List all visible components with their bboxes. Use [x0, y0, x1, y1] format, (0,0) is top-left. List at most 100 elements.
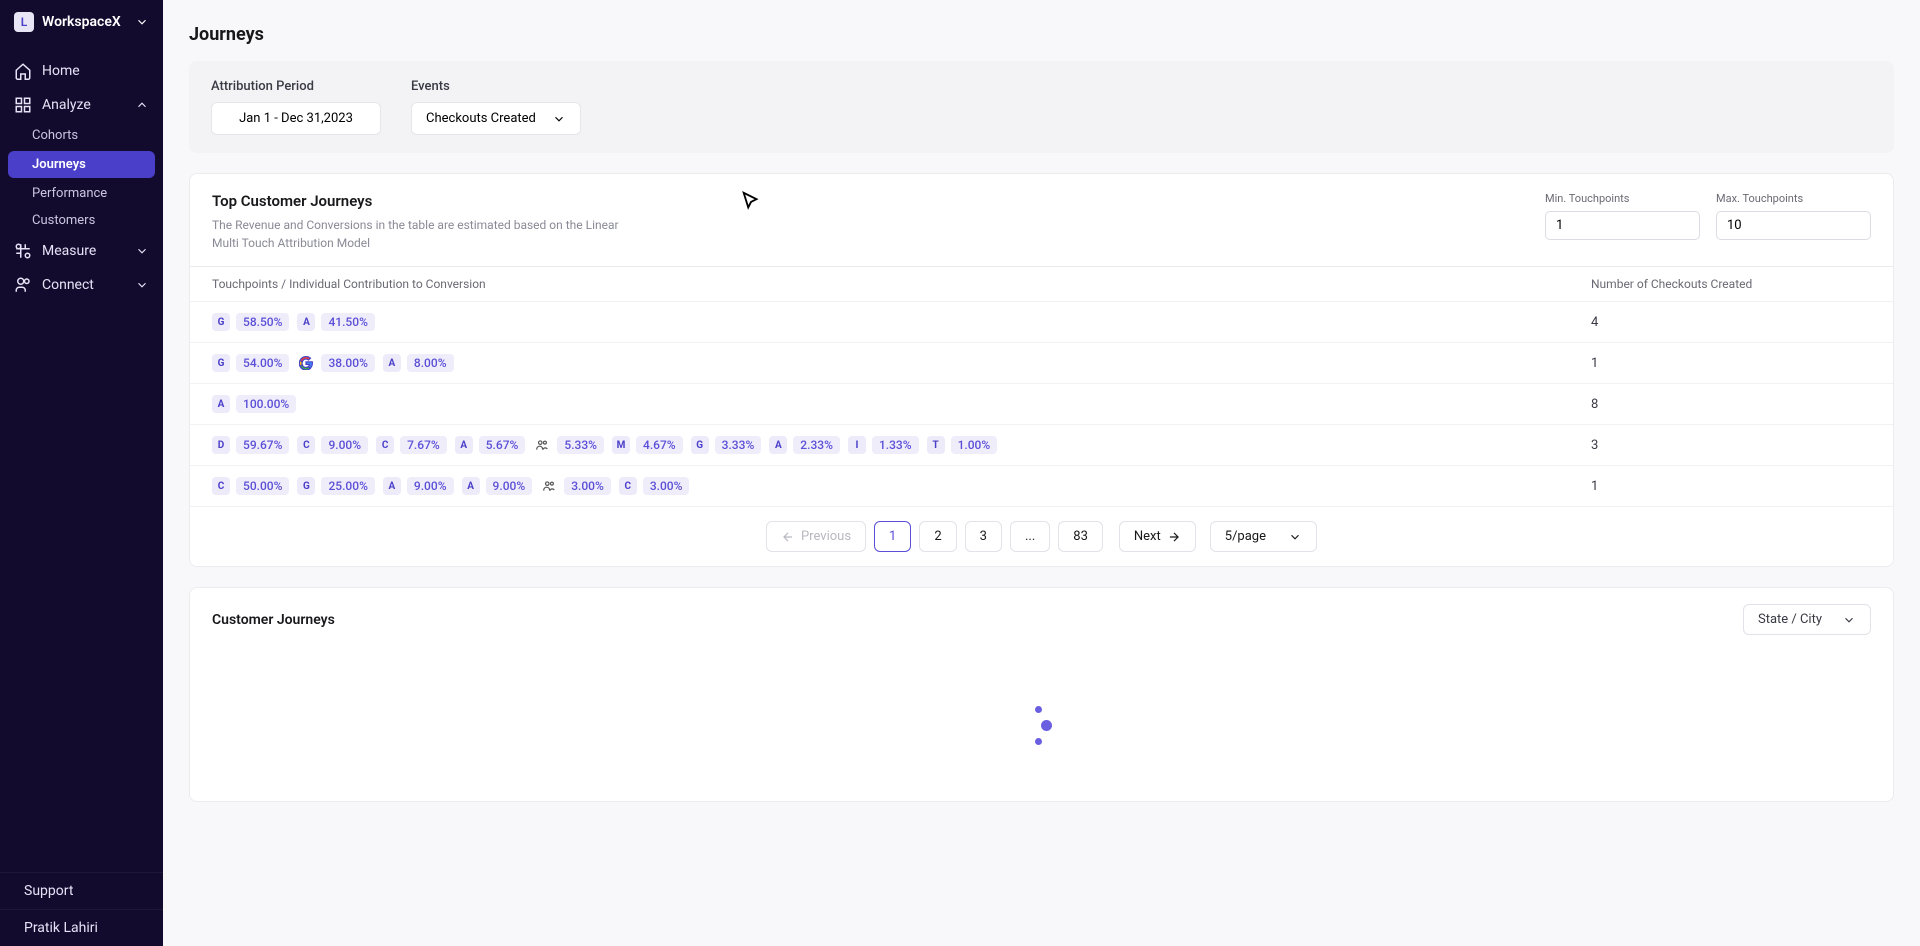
touchpoint-percent: 9.00% — [486, 477, 533, 495]
chevron-down-icon — [552, 112, 566, 126]
chevron-down-icon — [1842, 613, 1856, 627]
nav-measure[interactable]: Measure — [0, 234, 163, 268]
count-cell: 1 — [1591, 356, 1871, 371]
next-button[interactable]: Next — [1119, 521, 1196, 552]
touchpoints-cell: D59.67%C9.00%C7.67%A5.67%5.33%M4.67%G3.3… — [212, 436, 1591, 454]
touchpoint-chip: A100.00% — [212, 395, 296, 413]
support-link[interactable]: Support — [0, 872, 163, 909]
sidebar-footer: Support Pratik Lahiri — [0, 872, 163, 946]
touchpoint-percent: 5.33% — [557, 436, 604, 454]
workspace-name: WorkspaceX — [42, 14, 127, 30]
page-button[interactable]: 83 — [1058, 521, 1103, 552]
touchpoints-cell: A100.00% — [212, 395, 1591, 413]
nav-connect[interactable]: Connect — [0, 268, 163, 302]
touchpoint-percent: 50.00% — [236, 477, 289, 495]
nav-performance[interactable]: Performance — [0, 180, 163, 207]
previous-button[interactable]: Previous — [766, 521, 866, 552]
chevron-up-icon — [135, 98, 149, 112]
touchpoint-chip: T1.00% — [927, 436, 998, 454]
nav-journeys[interactable]: Journeys — [8, 151, 155, 178]
touchpoint-percent: 7.67% — [400, 436, 447, 454]
user-profile[interactable]: Pratik Lahiri — [0, 909, 163, 946]
touchpoint-percent: 9.00% — [321, 436, 368, 454]
nav-home[interactable]: Home — [0, 54, 163, 88]
touchpoint-percent: 3.00% — [564, 477, 611, 495]
page-button[interactable]: 2 — [919, 521, 956, 552]
touchpoint-chip: C3.00% — [619, 477, 690, 495]
min-touchpoints-input[interactable] — [1545, 211, 1700, 240]
source-icon: C — [212, 477, 230, 495]
column-touchpoints: Touchpoints / Individual Contribution to… — [212, 277, 1591, 291]
touchpoint-percent: 25.00% — [321, 477, 374, 495]
nav-customers[interactable]: Customers — [0, 207, 163, 234]
max-touchpoints-group: Max. Touchpoints — [1716, 192, 1871, 240]
touchpoint-chip: I1.33% — [848, 436, 919, 454]
chevron-down-icon — [1288, 530, 1302, 544]
table-body: G58.50%A41.50%4G54.00%38.00%A8.00%1A100.… — [190, 301, 1893, 506]
events-select[interactable]: Checkouts Created — [411, 102, 581, 135]
chevron-down-icon — [135, 244, 149, 258]
touchpoint-chip: A5.67% — [455, 436, 526, 454]
touchpoint-chip: A2.33% — [769, 436, 840, 454]
source-icon: D — [212, 436, 230, 454]
touchpoint-chip: A 9.00% — [462, 477, 533, 495]
touchpoints-cell: C50.00%G25.00%A9.00%A9.00%3.00%C3.00% — [212, 477, 1591, 495]
source-icon: M — [612, 436, 630, 454]
chevron-down-icon — [135, 15, 149, 29]
arrow-right-icon — [1167, 530, 1181, 544]
card-description: The Revenue and Conversions in the table… — [212, 216, 632, 252]
source-icon: C — [619, 477, 637, 495]
table-header: Touchpoints / Individual Contribution to… — [190, 266, 1893, 301]
nav-cohorts[interactable]: Cohorts — [0, 122, 163, 149]
touchpoint-percent: 1.33% — [872, 436, 919, 454]
touchpoint-chip: G54.00% — [212, 354, 289, 372]
table-row[interactable]: C50.00%G25.00%A9.00%A9.00%3.00%C3.00%1 — [190, 465, 1893, 506]
page-button[interactable]: 3 — [965, 521, 1002, 552]
google-icon — [297, 354, 315, 372]
page-button[interactable]: 1 — [874, 521, 911, 552]
touchpoint-chip: M4.67% — [612, 436, 683, 454]
pagination: Previous 123... 83 Next 5/page — [190, 506, 1893, 566]
nav-analyze[interactable]: Analyze — [0, 88, 163, 122]
people-icon — [540, 477, 558, 495]
touchpoint-percent: 54.00% — [236, 354, 289, 372]
max-touchpoints-label: Max. Touchpoints — [1716, 192, 1871, 205]
max-touchpoints-input[interactable] — [1716, 211, 1871, 240]
table-row[interactable]: G58.50%A41.50%4 — [190, 301, 1893, 342]
touchpoint-percent: 59.67% — [236, 436, 289, 454]
table-row[interactable]: G54.00%38.00%A8.00%1 — [190, 342, 1893, 383]
source-icon: G — [691, 436, 709, 454]
source-icon: A — [462, 477, 480, 495]
main-content: Journeys Attribution Period Jan 1 - Dec … — [163, 0, 1920, 946]
touchpoint-chip: C9.00% — [297, 436, 368, 454]
touchpoint-chip: G3.33% — [691, 436, 762, 454]
connect-icon — [14, 276, 32, 294]
count-cell: 3 — [1591, 438, 1871, 453]
touchpoint-chip: A9.00% — [383, 477, 454, 495]
page-size-select[interactable]: 5/page — [1210, 521, 1317, 552]
arrow-left-icon — [781, 530, 795, 544]
workspace-badge: L — [14, 12, 34, 32]
attribution-period-input[interactable]: Jan 1 - Dec 31,2023 — [211, 102, 381, 135]
measure-icon — [14, 242, 32, 260]
touchpoint-percent: 8.00% — [407, 354, 454, 372]
table-row[interactable]: A100.00%8 — [190, 383, 1893, 424]
touchpoint-chip: A41.50% — [297, 313, 374, 331]
events-group: Events Checkouts Created — [411, 79, 581, 135]
source-icon: A — [769, 436, 787, 454]
table-row[interactable]: D59.67%C9.00%C7.67%A5.67%5.33%M4.67%G3.3… — [190, 424, 1893, 465]
source-icon: A — [383, 354, 401, 372]
touchpoints-cell: G58.50%A41.50% — [212, 313, 1591, 331]
people-icon — [533, 436, 551, 454]
loading-area — [190, 651, 1893, 801]
source-icon: A — [455, 436, 473, 454]
touchpoint-percent: 58.50% — [236, 313, 289, 331]
touchpoint-chip: G25.00% — [297, 477, 374, 495]
nav: Home Analyze Cohorts Journeys Performanc… — [0, 44, 163, 872]
sidebar: L WorkspaceX Home Analyze Cohorts Journe… — [0, 0, 163, 946]
touchpoint-percent: 100.00% — [236, 395, 296, 413]
attribution-period-label: Attribution Period — [211, 79, 381, 94]
workspace-selector[interactable]: L WorkspaceX — [0, 0, 163, 44]
page-ellipsis: ... — [1010, 521, 1050, 552]
location-select[interactable]: State / City — [1743, 604, 1871, 635]
